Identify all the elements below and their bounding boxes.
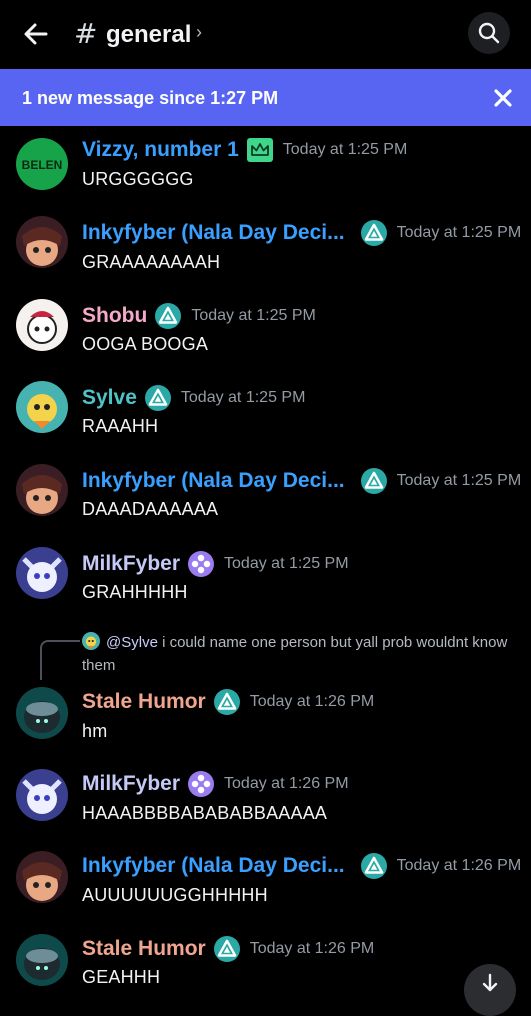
message-timestamp: Today at 1:26 PM: [396, 857, 522, 874]
new-messages-text: 1 new message since 1:27 PM: [22, 88, 279, 108]
message-timestamp: Today at 1:25 PM: [396, 472, 522, 489]
message-author[interactable]: Sylve: [82, 386, 137, 410]
avatar[interactable]: [16, 687, 68, 739]
message-content: URGGGGGG: [82, 169, 194, 189]
message-content: DAAADAAAAAA: [82, 499, 219, 519]
reply-mention[interactable]: @Sylve: [106, 634, 158, 651]
message-content: OOGA BOOGA: [82, 334, 209, 354]
message-content: GRAHHHHH: [82, 582, 188, 602]
message-author[interactable]: Inkyfyber (Nala Day Deci...: [82, 221, 345, 245]
triangle-badge-icon: [213, 936, 240, 962]
message-timestamp: Today at 1:25 PM: [282, 141, 408, 158]
reply-avatar: [82, 632, 100, 650]
triangle-badge-icon: [144, 385, 171, 411]
avatar[interactable]: [16, 381, 68, 433]
message-author[interactable]: Inkyfyber (Nala Day Deci...: [82, 469, 345, 493]
message-timestamp: Today at 1:25 PM: [396, 224, 522, 241]
close-banner-button[interactable]: [490, 85, 516, 111]
avatar[interactable]: [16, 299, 68, 351]
message-timestamp: Today at 1:26 PM: [249, 693, 375, 710]
message-content: hm: [82, 721, 108, 741]
crown-icon: [246, 138, 273, 162]
message-timestamp: Today at 1:26 PM: [249, 940, 375, 957]
hash-icon: #: [74, 17, 98, 50]
avatar-logo-text: BELEN: [22, 158, 63, 172]
message-author[interactable]: Stale Humor: [82, 690, 206, 714]
avatar[interactable]: [16, 769, 68, 821]
message-content: AUUUUUUGGHHHHH: [82, 885, 268, 905]
triangle-badge-icon: [155, 303, 182, 329]
message-author[interactable]: Stale Humor: [82, 937, 206, 961]
avatar[interactable]: [16, 216, 68, 268]
channel-name[interactable]: general: [106, 21, 191, 49]
message-timestamp: Today at 1:25 PM: [191, 307, 316, 324]
close-icon: [494, 89, 512, 107]
triangle-badge-icon: [360, 220, 387, 246]
avatar[interactable]: [16, 464, 68, 516]
message-author[interactable]: MilkFyber: [82, 772, 180, 796]
message-timestamp: Today at 1:26 PM: [224, 775, 349, 792]
message-author[interactable]: Vizzy, number 1: [82, 138, 239, 162]
jump-to-bottom-button[interactable]: [464, 964, 516, 1016]
triangle-badge-icon: [213, 689, 240, 715]
reply-connector: [40, 640, 80, 680]
message-timestamp: Today at 1:25 PM: [224, 555, 349, 572]
search-icon: [478, 22, 500, 44]
avatar[interactable]: [16, 851, 68, 903]
flower-badge-icon: [188, 771, 215, 797]
search-button[interactable]: [468, 12, 510, 54]
back-button[interactable]: [20, 18, 52, 50]
arrow-left-icon: [24, 23, 48, 45]
arrow-down-icon: [482, 973, 498, 992]
channel-header: # general ›: [0, 0, 531, 68]
avatar[interactable]: BELEN: [16, 138, 68, 190]
message-content: HAAABBBBABABABBAAAAA: [82, 803, 328, 823]
message-author[interactable]: Inkyfyber (Nala Day Deci...: [82, 854, 345, 878]
triangle-badge-icon: [360, 853, 387, 879]
message-content: GEAHHH: [82, 967, 161, 987]
chevron-right-icon[interactable]: ›: [196, 22, 202, 43]
triangle-badge-icon: [360, 468, 387, 494]
message-timestamp: Today at 1:25 PM: [180, 389, 306, 406]
flower-badge-icon: [188, 551, 215, 577]
new-messages-banner[interactable]: 1 new message since 1:27 PM: [0, 69, 531, 126]
avatar[interactable]: [16, 934, 68, 986]
reply-preview[interactable]: @Sylve i could name one person but yall …: [82, 631, 522, 677]
message-author[interactable]: Shobu: [82, 304, 147, 328]
avatar[interactable]: [16, 547, 68, 599]
message-content: RAAAHH: [82, 416, 159, 436]
message-content: GRAAAAAAAAH: [82, 252, 221, 272]
message-author[interactable]: MilkFyber: [82, 552, 180, 576]
